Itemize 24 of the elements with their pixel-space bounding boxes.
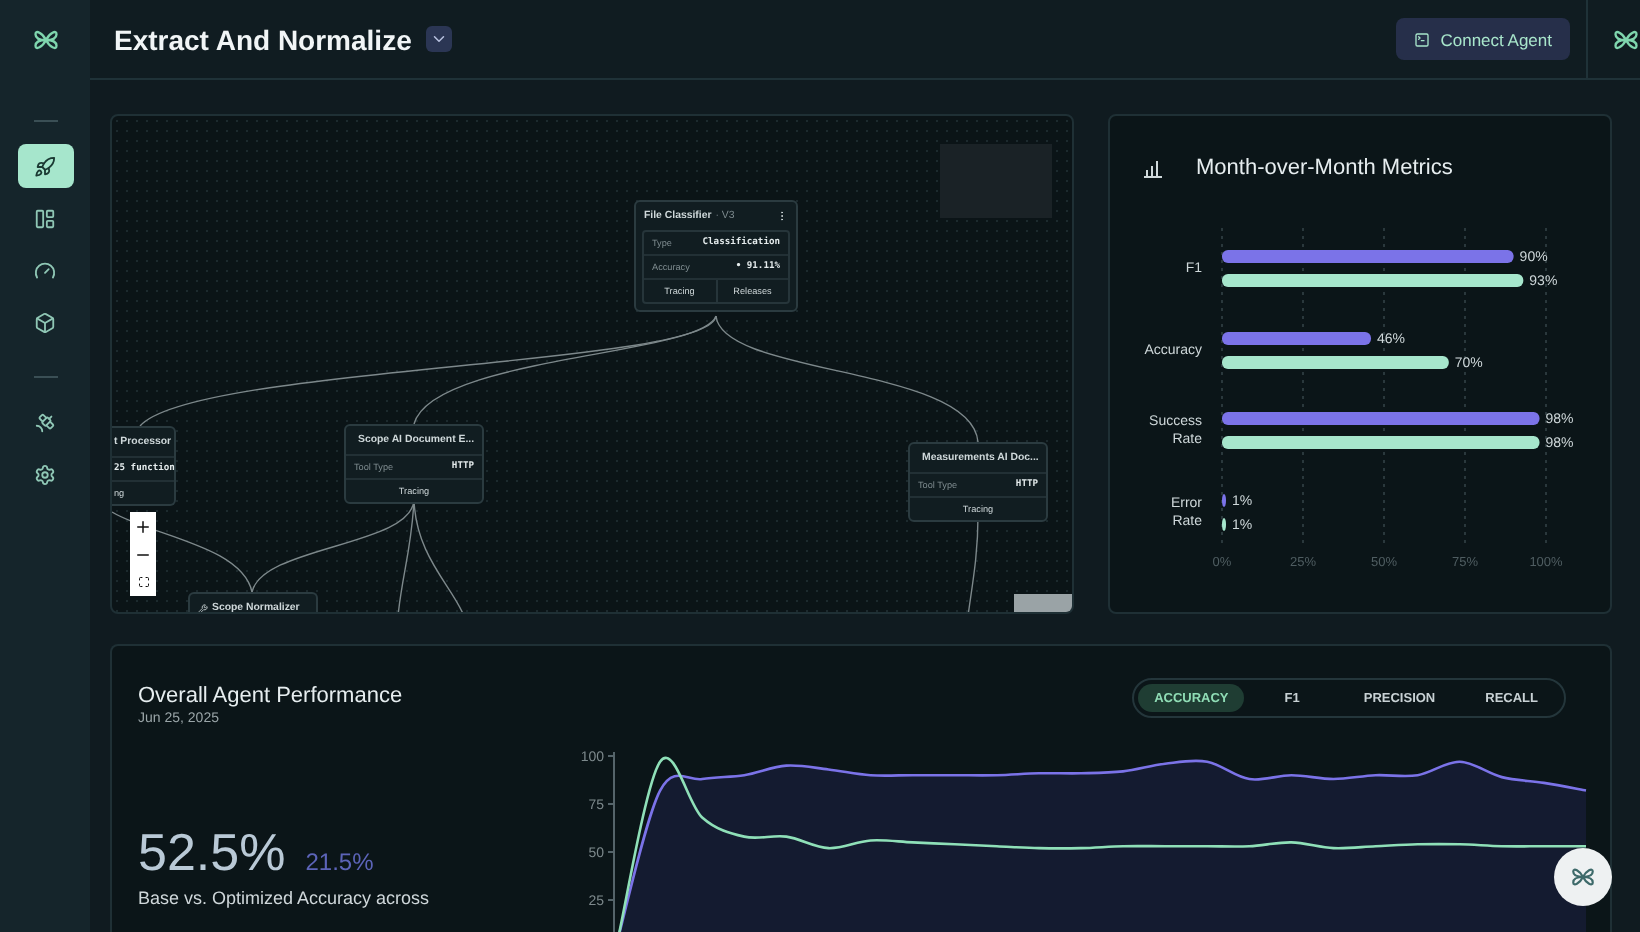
wrench-icon xyxy=(198,603,208,612)
attribution-tag xyxy=(1014,594,1072,612)
layout-icon xyxy=(34,207,56,229)
satellite-icon xyxy=(34,411,56,433)
metric-value: 52.5% xyxy=(138,822,286,884)
rocket-icon xyxy=(34,155,56,177)
sidebar-item[interactable] xyxy=(17,144,73,188)
chevron-down-icon xyxy=(429,30,448,48)
connect-agent-button[interactable]: Connect Agent xyxy=(1396,18,1570,60)
panel-title: Overall Agent Performance xyxy=(138,684,405,708)
metric-delta: 21.5% xyxy=(305,848,374,876)
cube-icon xyxy=(34,311,56,333)
terminal-icon xyxy=(1414,31,1431,47)
logo-icon xyxy=(31,26,59,54)
logo-icon xyxy=(1612,25,1640,53)
bar-chart-icon xyxy=(1142,158,1164,178)
gauge-icon xyxy=(34,259,56,281)
title-dropdown[interactable] xyxy=(425,26,452,52)
plus-icon xyxy=(134,517,152,535)
page-title: Extract And Normalize xyxy=(114,23,412,55)
settings-icon xyxy=(34,463,56,485)
logo-icon xyxy=(1570,864,1596,890)
metric-caption: Base vs. Optimized Accuracy across xyxy=(138,888,432,908)
panel-title: Month-over-Month Metrics xyxy=(1196,156,1453,180)
